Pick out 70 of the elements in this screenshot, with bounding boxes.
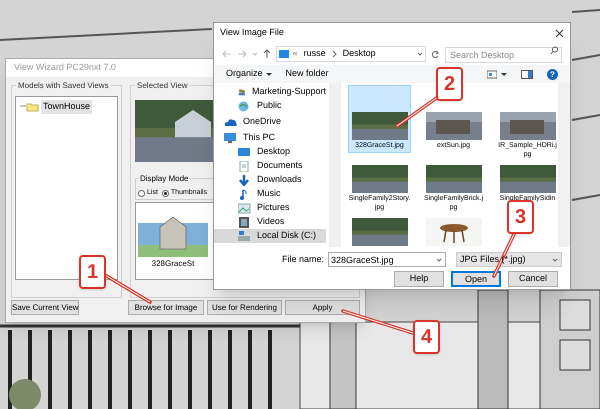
button[interactable]: Browse for Image <box>128 300 204 315</box>
roof-beam-drawing <box>572 114 600 121</box>
building-thumbnail <box>500 112 556 140</box>
preview-pane-icon[interactable] <box>521 70 533 78</box>
caret-icon <box>266 72 272 76</box>
house-thumbnail <box>426 165 482 193</box>
window-title: View Image File <box>220 26 284 40</box>
scrollbar[interactable] <box>558 83 570 247</box>
tree-item[interactable]: TownHouse <box>41 100 92 114</box>
callout-number: 3 <box>507 200 534 234</box>
roof-beam-drawing <box>572 194 600 201</box>
breadcrumb-overflow[interactable]: « <box>292 47 298 61</box>
computer-icon <box>224 132 238 144</box>
table-thumbnail <box>426 218 482 246</box>
button[interactable]: Cancel <box>508 271 558 287</box>
picture-icon <box>238 202 252 214</box>
button[interactable]: Apply <box>285 300 360 315</box>
help-icon[interactable]: ? <box>547 68 558 80</box>
file-name-field[interactable]: 328GraceSt.jpg <box>328 252 446 267</box>
up-arrow-icon[interactable] <box>262 49 271 59</box>
navigation-item[interactable]: Videos <box>214 215 326 229</box>
search-field[interactable]: Search Desktop <box>445 47 562 63</box>
view-options-icon[interactable] <box>487 70 497 78</box>
computer-icon <box>278 50 289 58</box>
navigation-item[interactable]: OneDrive <box>214 115 326 129</box>
button[interactable]: Use for Rendering <box>206 300 282 315</box>
roof-beam-drawing <box>572 54 600 61</box>
caret-icon <box>552 258 558 262</box>
building-thumbnail <box>426 112 482 140</box>
users-icon <box>238 86 247 98</box>
search-icon <box>550 46 558 55</box>
house-thumbnail <box>500 165 556 193</box>
breadcrumb[interactable]: Desktop <box>340 47 378 61</box>
navigation-item[interactable]: Music <box>214 187 326 201</box>
callout-number: 2 <box>436 67 463 101</box>
callout-number: 4 <box>413 320 440 354</box>
navigation-item[interactable]: This PC <box>214 131 326 145</box>
house-thumbnail <box>352 165 408 193</box>
close-icon[interactable] <box>555 28 564 38</box>
chevron-icon <box>332 50 337 58</box>
film-icon <box>238 216 252 228</box>
caret-icon[interactable] <box>417 52 424 56</box>
house-thumbnail <box>352 218 408 246</box>
thumbnail-label: 328GraceSt <box>152 258 194 270</box>
callout-number: 1 <box>79 255 106 289</box>
navigation-item[interactable]: Desktop <box>214 145 326 159</box>
caret-icon <box>436 258 442 262</box>
button[interactable]: Save Current View <box>11 300 79 315</box>
navigation-item[interactable]: Downloads <box>214 173 326 187</box>
button[interactable]: Open <box>451 271 501 287</box>
address-bar[interactable]: « russe Desktop <box>276 46 426 62</box>
breadcrumb[interactable]: russe <box>302 47 328 61</box>
button[interactable]: Help <box>394 271 444 287</box>
navigation-item[interactable]: Public <box>214 99 326 113</box>
navigation-item[interactable]: Local Disk (C:) <box>214 229 326 243</box>
roof-beam-drawing <box>572 9 600 13</box>
down-arrow-icon <box>238 174 252 186</box>
desktop-icon <box>238 146 252 158</box>
drive-icon <box>238 230 252 242</box>
folder-icon <box>20 102 39 112</box>
field-label: File name: <box>282 252 324 266</box>
navigation-item[interactable]: Documents <box>214 159 326 173</box>
caret-icon[interactable] <box>501 72 507 76</box>
navigation-item[interactable]: Pictures <box>214 201 326 215</box>
group-label: Display Mode <box>139 173 190 185</box>
house-thumbnail <box>352 112 408 140</box>
shrub-drawing <box>9 379 41 409</box>
refresh-icon[interactable] <box>431 50 440 58</box>
cloud-icon <box>224 116 238 128</box>
navigation-item[interactable]: Marketing-Support <box>214 85 326 99</box>
